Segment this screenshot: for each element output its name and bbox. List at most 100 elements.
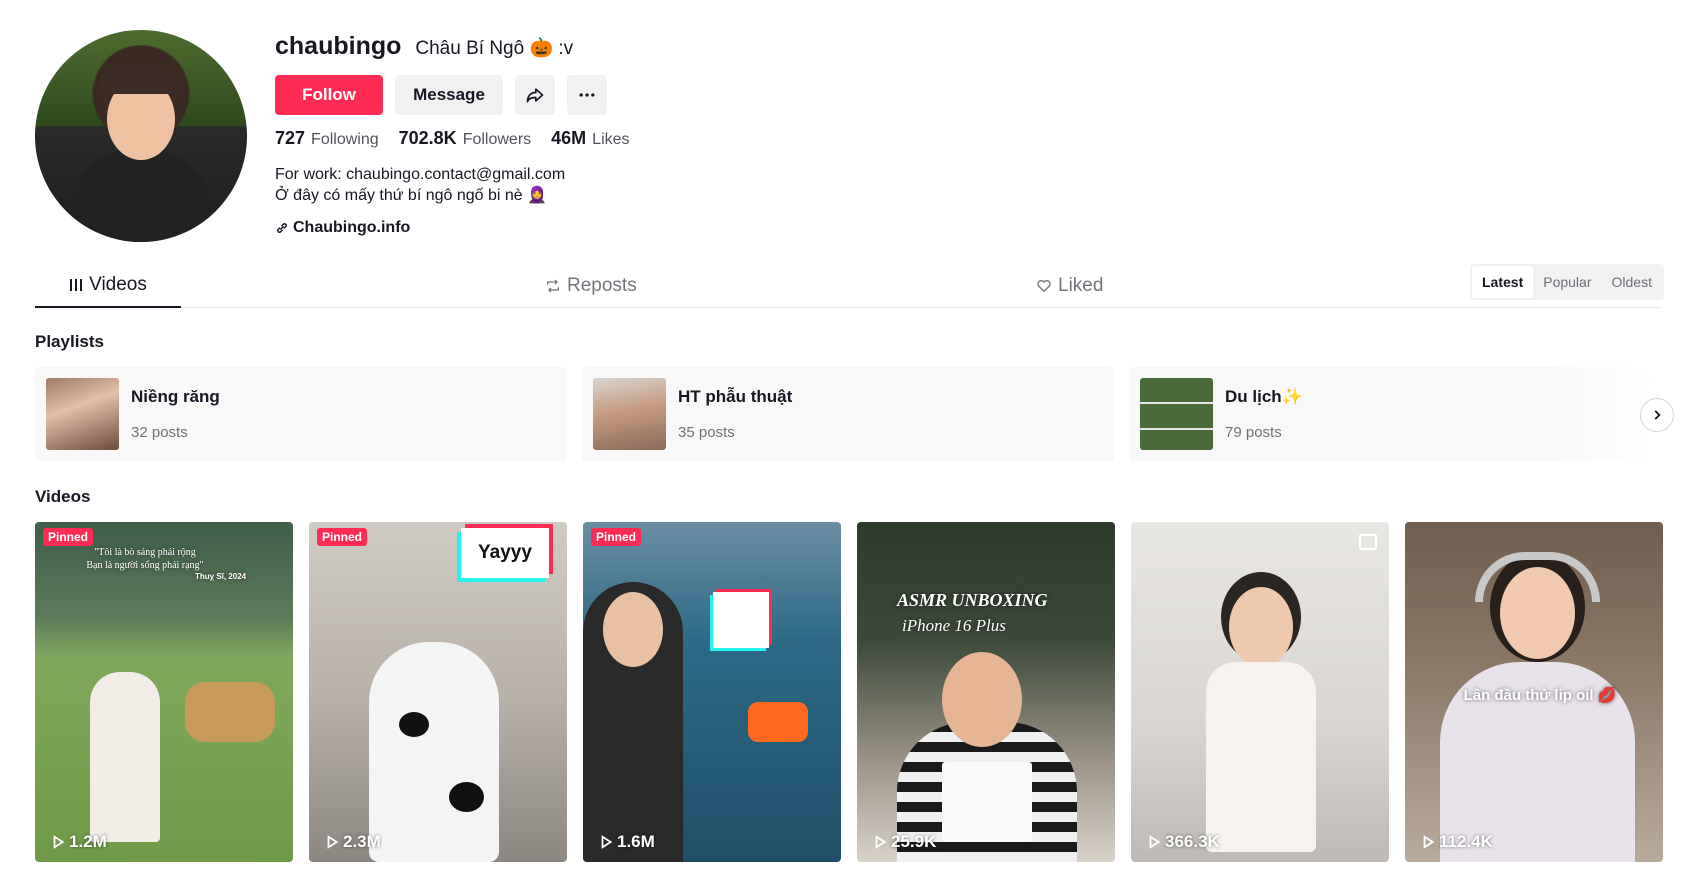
followers-count: 702.8K: [398, 128, 457, 148]
sort-popular[interactable]: Popular: [1533, 266, 1601, 298]
view-count: 1.6M: [599, 832, 655, 852]
video-card[interactable]: Lần đầu thử lip oil 💋 112.4K: [1405, 522, 1663, 862]
username-row: chaubingo Châu Bí Ngô 🎃 :v: [275, 32, 573, 61]
bio: For work: chaubingo.contact@gmail.com Ở …: [275, 164, 565, 206]
video-face: [603, 592, 663, 667]
view-count-text: 1.2M: [69, 832, 107, 851]
video-life-vest: [748, 702, 808, 742]
playlist-card[interactable]: Du lịch✨ 79 posts: [1129, 367, 1655, 461]
playlists-heading: Playlists: [35, 332, 104, 351]
playlist-thumbnail: [593, 378, 666, 450]
follow-button[interactable]: Follow: [275, 75, 383, 115]
pinned-badge: Pinned: [43, 528, 94, 546]
nickname: Châu Bí Ngô 🎃 :v: [415, 38, 574, 59]
video-headphones: [1475, 552, 1600, 602]
playlist-count: 79 posts: [1225, 424, 1282, 441]
view-count-text: 1.6M: [617, 832, 655, 851]
video-face: [942, 652, 1022, 747]
pinned-badge: Pinned: [591, 528, 642, 546]
view-count-text: 2.3M: [343, 832, 381, 851]
play-icon: [327, 835, 339, 849]
video-caption-overlay: "Tôi là bò sáng phải rộng Bạn là người s…: [86, 547, 204, 571]
tab-reposts-label: Reposts: [567, 275, 637, 296]
video-card[interactable]: 366.3K: [1131, 522, 1389, 862]
link-icon: [277, 223, 287, 233]
likes-stat: 46M Likes: [551, 128, 629, 149]
photo-carousel-icon: [1359, 534, 1377, 550]
avatar-shirt: [71, 150, 211, 242]
tab-videos[interactable]: Videos: [35, 264, 181, 308]
video-outfit: [1206, 662, 1316, 852]
sort-oldest[interactable]: Oldest: [1602, 266, 1662, 298]
profile-actions: Follow Message: [275, 75, 607, 115]
view-count: 112.4K: [1421, 832, 1493, 852]
tab-liked[interactable]: Liked: [1036, 264, 1103, 308]
play-icon: [1149, 835, 1161, 849]
view-count: 2.3M: [325, 832, 381, 852]
video-cow: [185, 682, 275, 742]
repost-icon: [547, 279, 559, 293]
playlist-card[interactable]: HT phẫu thuật 35 posts: [582, 367, 1114, 461]
video-caption-subtitle: iPhone 16 Plus: [902, 616, 1006, 635]
share-button[interactable]: [515, 75, 555, 115]
play-icon: [875, 835, 887, 849]
playlist-thumbnail: [1140, 378, 1213, 450]
video-caption-location: Thuỵ Sĩ, 2024: [195, 572, 247, 581]
tab-liked-label: Liked: [1058, 275, 1104, 296]
video-card[interactable]: Pinned Yayyy 2.3M: [309, 522, 567, 862]
video-card[interactable]: Pinned 1.6M: [583, 522, 841, 862]
playlist-title: Du lịch✨: [1225, 387, 1303, 406]
liked-heart-icon: [1037, 280, 1051, 293]
video-cow-spot: [399, 712, 429, 737]
videos-heading: Videos: [35, 487, 91, 506]
message-button[interactable]: Message: [395, 75, 503, 115]
view-count: 1.2M: [51, 832, 107, 852]
video-iphone-box: [942, 762, 1032, 842]
playlists-next-button[interactable]: [1640, 398, 1674, 432]
likes-count: 46M: [551, 128, 587, 148]
view-count-text: 112.4K: [1439, 832, 1493, 851]
sort-latest[interactable]: Latest: [1472, 266, 1534, 298]
tab-videos-label: Videos: [89, 274, 147, 295]
tab-reposts[interactable]: Reposts: [545, 264, 637, 308]
profile-stats: 727 Following 702.8K Followers 46M Likes: [275, 128, 630, 149]
more-button[interactable]: [567, 75, 607, 115]
sort-toggle: Latest Popular Oldest: [1470, 264, 1664, 300]
following-count: 727: [275, 128, 306, 148]
view-count-text: 366.3K: [1165, 832, 1220, 851]
video-card[interactable]: Pinned "Tôi là bò sáng phải rộng Bạn là …: [35, 522, 293, 862]
playlist-count: 32 posts: [131, 424, 188, 441]
bio-line-work: For work: chaubingo.contact@gmail.com: [275, 166, 566, 183]
likes-label: Likes: [592, 131, 630, 148]
grid-icon: [70, 279, 83, 291]
profile-link[interactable]: Chaubingo.info: [275, 219, 410, 237]
avatar-hat: [99, 64, 183, 94]
video-caption-overlay: Lần đầu thử lip oil 💋: [1463, 687, 1617, 704]
playlist-title: Niềng răng: [131, 387, 220, 406]
video-caption-overlay: ASMR UNBOXING: [897, 590, 1048, 610]
video-face: [1229, 587, 1293, 667]
playlist-count: 35 posts: [678, 424, 735, 441]
play-icon: [601, 835, 613, 849]
bio-line-tagline: Ở đây có mấy thứ bí ngô ngố bi nè 🧕: [275, 187, 548, 204]
share-icon: [526, 88, 544, 103]
video-card[interactable]: ASMR UNBOXING iPhone 16 Plus 25.9K: [857, 522, 1115, 862]
playlists-row: Niềng răng 32 posts HT phẫu thuật 35 pos…: [35, 367, 1655, 461]
following-label: Following: [311, 131, 379, 148]
video-costume: [369, 642, 499, 862]
playlist-card[interactable]: Niềng răng 32 posts: [35, 367, 567, 461]
playlist-title: HT phẫu thuật: [678, 387, 793, 406]
profile-link-text: Chaubingo.info: [293, 219, 411, 236]
view-count: 366.3K: [1147, 832, 1220, 852]
video-cow-spot: [449, 782, 484, 812]
video-grid: Pinned "Tôi là bò sáng phải rộng Bạn là …: [35, 522, 1663, 862]
profile-page: chaubingo Châu Bí Ngô 🎃 :v Follow Messag…: [0, 0, 1688, 883]
chevron-right-icon: [1654, 410, 1661, 420]
playlist-thumbnail: [46, 378, 119, 450]
play-icon: [53, 835, 65, 849]
following-stat[interactable]: 727 Following: [275, 128, 379, 149]
followers-label: Followers: [462, 131, 532, 148]
view-count-text: 25.9K: [891, 832, 937, 851]
avatar[interactable]: [35, 30, 247, 242]
followers-stat[interactable]: 702.8K Followers: [399, 128, 532, 149]
